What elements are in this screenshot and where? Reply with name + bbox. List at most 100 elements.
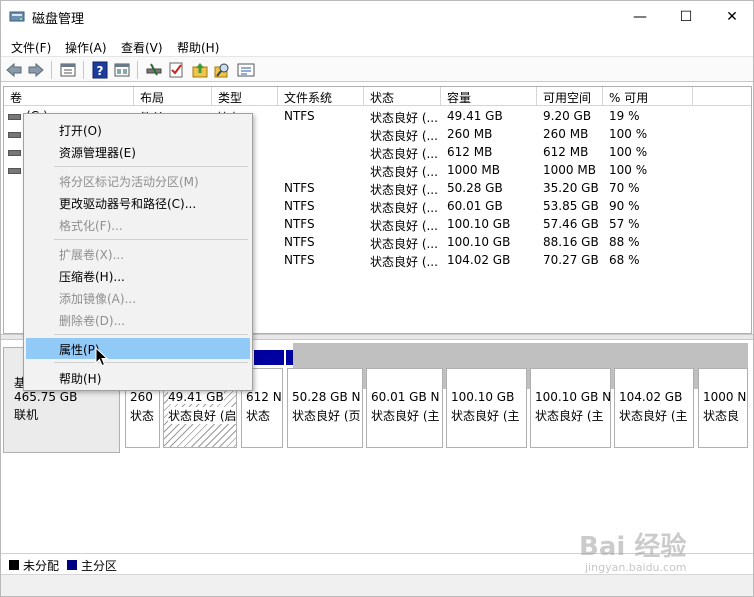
mouse-cursor-icon xyxy=(95,347,109,367)
cell-status: 状态良好 (... xyxy=(370,237,438,251)
folder-up-icon[interactable] xyxy=(191,61,209,79)
ctx-shrink-volume[interactable]: 压缩卷(H)... xyxy=(26,265,250,286)
volume-list-header: 卷 布局 类型 文件系统 状态 容量 可用空间 % 可用 xyxy=(4,87,751,106)
disk-management-app-icon xyxy=(9,11,25,22)
partition-size: 612 N xyxy=(246,390,282,404)
cell-free-space: 53.85 GB xyxy=(543,199,599,213)
partition-block[interactable]: 1000 N 状态良 xyxy=(698,368,748,448)
cell-filesystem: NTFS xyxy=(284,109,315,123)
properties-icon[interactable] xyxy=(237,61,255,79)
partition-status: 状态良好 (页 xyxy=(292,409,361,423)
watermark-url: jingyan.baidu.com xyxy=(585,561,687,574)
drive-icon xyxy=(8,150,21,156)
column-header-filesystem[interactable]: 文件系统 xyxy=(278,87,364,106)
menu-separator xyxy=(54,362,248,363)
menu-file[interactable]: 文件(F) xyxy=(11,36,51,56)
cell-percent-free: 19 % xyxy=(609,109,640,123)
help-icon[interactable]: ? xyxy=(91,61,109,79)
console-icon[interactable] xyxy=(59,61,77,79)
partition-block[interactable]: 100.10 GB 状态良好 (主 xyxy=(446,368,527,448)
disk-size: 465.75 GB xyxy=(14,390,78,404)
column-header-status[interactable]: 状态 xyxy=(364,87,441,106)
column-header-volume[interactable]: 卷 xyxy=(4,87,134,106)
ctx-explorer[interactable]: 资源管理器(E) xyxy=(26,141,250,162)
cell-free-space: 612 MB xyxy=(543,145,589,159)
partition-block[interactable]: 50.28 GB N 状态良好 (页 xyxy=(287,368,363,448)
menu-action[interactable]: 操作(A) xyxy=(65,36,107,56)
cell-filesystem: NTFS xyxy=(284,253,315,267)
legend-swatch-unallocated xyxy=(9,560,19,570)
cell-percent-free: 88 % xyxy=(609,235,640,249)
cell-filesystem: NTFS xyxy=(284,181,315,195)
column-header-type[interactable]: 类型 xyxy=(212,87,278,106)
cell-status: 状态良好 (... xyxy=(370,111,438,125)
cell-capacity: 104.02 GB xyxy=(447,253,511,267)
ctx-properties[interactable]: 属性(P) xyxy=(26,338,250,359)
window-title: 磁盘管理 xyxy=(32,12,85,27)
legend-swatch-primary xyxy=(67,560,77,570)
cell-capacity: 1000 MB xyxy=(447,163,500,177)
cell-free-space: 70.27 GB xyxy=(543,253,599,267)
svg-text:?: ? xyxy=(97,64,104,78)
connect-icon[interactable] xyxy=(145,61,163,79)
column-header-free-space[interactable]: 可用空间 xyxy=(537,87,603,106)
cell-percent-free: 100 % xyxy=(609,163,648,177)
partition-status: 状态良好 (主 xyxy=(535,409,604,423)
menu-help[interactable]: 帮助(H) xyxy=(177,36,219,56)
cell-free-space: 88.16 GB xyxy=(543,235,599,249)
ctx-mark-active: 将分区标记为活动分区(M) xyxy=(59,175,199,189)
menu-separator xyxy=(54,334,248,335)
cell-percent-free: 90 % xyxy=(609,199,640,213)
cell-percent-free: 100 % xyxy=(609,127,648,141)
maximize-button[interactable]: ☐ xyxy=(663,1,709,32)
ctx-add-mirror: 添加镜像(A)... xyxy=(59,292,137,306)
partition-block[interactable]: 104.02 GB 状态良好 (主 xyxy=(614,368,694,448)
column-header-layout[interactable]: 布局 xyxy=(134,87,212,106)
cell-status: 状态良好 (... xyxy=(370,165,438,179)
cell-status: 状态良好 (... xyxy=(370,147,438,161)
menu-view[interactable]: 查看(V) xyxy=(121,36,163,56)
partition-status: 状态良好 (主 xyxy=(371,409,440,423)
minimize-button[interactable]: — xyxy=(617,1,663,32)
ctx-help[interactable]: 帮助(H) xyxy=(26,367,250,388)
legend-label-unallocated: 未分配 xyxy=(23,559,60,573)
menu-separator xyxy=(54,239,248,240)
forward-arrow-icon[interactable] xyxy=(27,61,45,79)
menu-separator xyxy=(54,166,248,167)
partition-size: 60.01 GB N xyxy=(371,390,440,404)
column-header-percent-free[interactable]: % 可用 xyxy=(603,87,693,106)
ctx-format: 格式化(F)... xyxy=(59,219,123,233)
partition-size: 100.10 GB N xyxy=(535,390,611,404)
ctx-open[interactable]: 打开(O) xyxy=(26,119,250,140)
ctx-delete-volume: 删除卷(D)... xyxy=(59,314,126,328)
cell-status: 状态良好 (... xyxy=(370,255,438,269)
close-button[interactable]: ✕ xyxy=(709,1,754,32)
partition-status: 状态 xyxy=(246,409,271,423)
drive-icon xyxy=(8,132,21,138)
cell-capacity: 260 MB xyxy=(447,127,493,141)
partition-size: 49.41 GB xyxy=(168,390,224,404)
title-bar[interactable]: 磁盘管理 — ☐ ✕ xyxy=(1,1,753,32)
view-icon[interactable] xyxy=(113,61,131,79)
partition-block[interactable]: 100.10 GB N 状态良好 (主 xyxy=(530,368,611,448)
partition-size: 1000 N xyxy=(703,390,747,404)
search-icon[interactable] xyxy=(213,61,231,79)
check-icon[interactable] xyxy=(167,61,185,79)
partition-size: 260 xyxy=(130,390,153,404)
partition-size: 104.02 GB xyxy=(619,390,683,404)
cell-status: 状态良好 (... xyxy=(370,129,438,143)
cell-capacity: 100.10 GB xyxy=(447,235,511,249)
partition-status: 状态良好 (主 xyxy=(619,409,688,423)
partition-block[interactable]: 60.01 GB N 状态良好 (主 xyxy=(366,368,443,448)
column-header-capacity[interactable]: 容量 xyxy=(441,87,537,106)
cell-percent-free: 100 % xyxy=(609,145,648,159)
cell-filesystem: NTFS xyxy=(284,235,315,249)
cell-status: 状态良好 (... xyxy=(370,219,438,233)
toolbar-separator xyxy=(83,61,84,79)
ctx-change-drive-letter[interactable]: 更改驱动器号和路径(C)... xyxy=(26,192,250,213)
cell-status: 状态良好 (... xyxy=(370,183,438,197)
cell-capacity: 50.28 GB xyxy=(447,181,503,195)
partition-status: 状态良好 (启 xyxy=(168,407,237,424)
back-arrow-icon[interactable] xyxy=(5,61,23,79)
partition-status: 状态 xyxy=(130,409,155,423)
